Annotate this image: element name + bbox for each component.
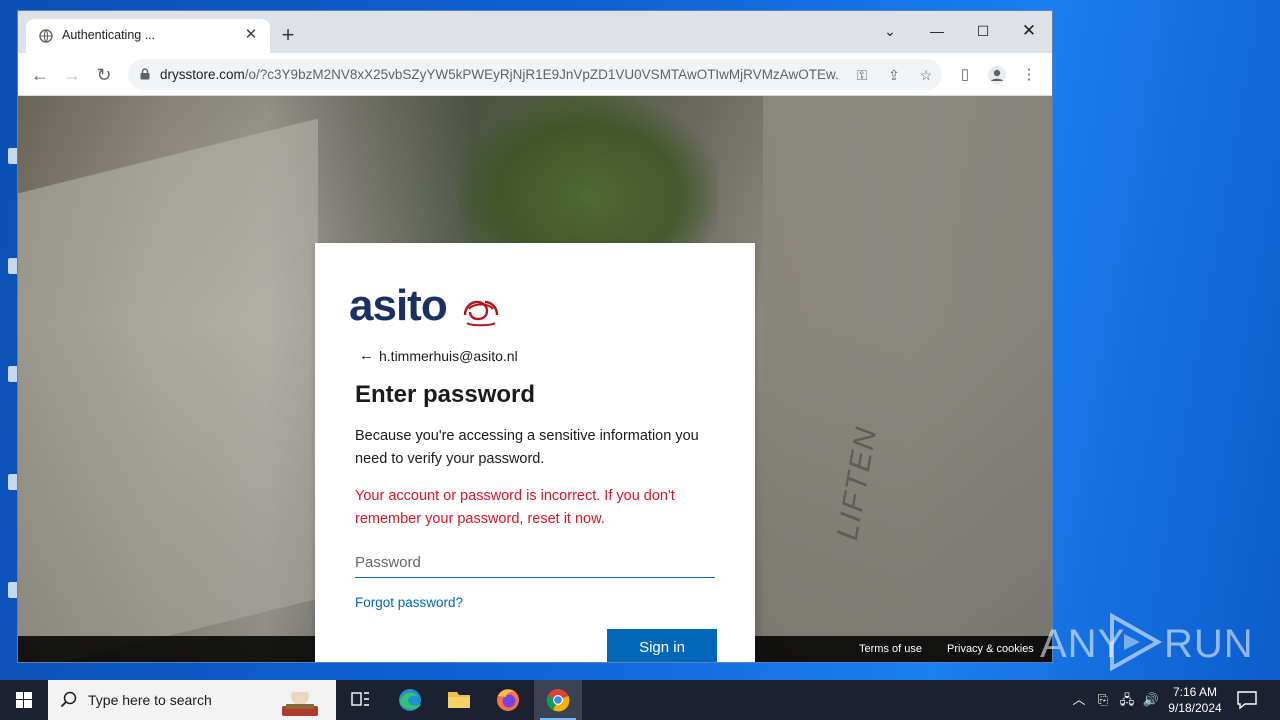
error-message: Your account or password is incorrect. I… (355, 488, 675, 527)
desktop-icons-strip (0, 0, 20, 680)
lock-icon[interactable] (140, 68, 150, 80)
sign-in-button[interactable]: Sign in (607, 629, 717, 662)
volume-icon[interactable]: 🔊 (1142, 691, 1160, 709)
tab-strip: Authenticating ... ✕ + ⌄ — ☐ ✕ (18, 11, 1052, 53)
windows-logo-icon (16, 692, 32, 708)
chrome-icon[interactable] (534, 680, 582, 720)
clock-date: 9/18/2024 (1168, 701, 1222, 715)
network-icon[interactable]: 🖧 (1118, 691, 1136, 709)
url-domain: drysstore.com (160, 67, 245, 82)
notification-icon[interactable] (1236, 690, 1258, 710)
clock-time: 7:16 AM (1172, 685, 1218, 699)
new-tab-button[interactable]: + (276, 24, 300, 48)
watermark-right-text: RUN (1164, 622, 1254, 666)
play-logo-icon (1110, 612, 1163, 672)
back-arrow-icon[interactable]: ← (359, 347, 374, 364)
search-icon (60, 691, 77, 708)
background-elevator-wall (763, 96, 1052, 636)
clock[interactable]: 7:16 AM 9/18/2024 (1160, 684, 1230, 716)
user-email: h.timmerhuis@asito.nl (379, 348, 518, 364)
key-icon[interactable]: ⚿ (852, 65, 872, 85)
privacy-link[interactable]: Privacy & cookies (947, 643, 1034, 655)
browser-window: Authenticating ... ✕ + ⌄ — ☐ ✕ ← → ↻ dry… (18, 11, 1052, 662)
start-button[interactable] (0, 680, 48, 720)
company-logo-mark-icon (463, 300, 499, 327)
page-title: Enter password (355, 381, 536, 408)
page-content: LIFTEN Terms of use Privacy & cookies as… (18, 96, 1052, 662)
menu-kebab-icon[interactable]: ⋮ (1017, 63, 1041, 87)
minimize-button[interactable]: — (923, 17, 951, 45)
forward-button[interactable]: → (59, 62, 85, 88)
tab-title: Authenticating ... (62, 28, 156, 42)
side-panel-icon[interactable]: ▯ (953, 63, 977, 87)
back-button[interactable]: ← (27, 62, 53, 88)
terms-link[interactable]: Terms of use (859, 643, 922, 655)
edge-icon[interactable] (386, 680, 434, 720)
share-icon[interactable]: ⇪ (884, 65, 904, 85)
password-input[interactable] (355, 548, 715, 578)
address-bar[interactable]: drysstore.com/o/?c3Y9bzM2NV8xX25vbSZyYW5… (128, 59, 942, 90)
url-path: /o/?c3Y9bzM2NV8xX25vbSZyYW5kPWEyRjNjR1E9… (244, 67, 840, 82)
tab-search-chevron-icon[interactable]: ⌄ (876, 17, 904, 45)
browser-toolbar: ← → ↻ drysstore.com/o/?c3Y9bzM2NV8xX25vb… (18, 53, 1052, 96)
search-placeholder: Type here to search (88, 692, 212, 708)
search-highlight-illustration (282, 686, 318, 716)
chevron-up-icon[interactable]: ︿ (1070, 691, 1088, 709)
task-view-button[interactable] (336, 680, 384, 720)
meet-now-icon[interactable]: ⎘ (1094, 691, 1112, 709)
profile-icon[interactable] (985, 63, 1009, 87)
star-icon[interactable]: ☆ (916, 65, 936, 85)
file-explorer-icon[interactable] (435, 680, 483, 720)
close-window-button[interactable]: ✕ (1015, 17, 1043, 45)
company-logo-text: asito (349, 281, 448, 330)
reload-button[interactable]: ↻ (91, 62, 117, 88)
anyrun-watermark: ANY RUN (1040, 610, 1253, 674)
maximize-button[interactable]: ☐ (969, 17, 997, 45)
login-card: asito ← h.timmerhuis@asito.nl Enter pass… (315, 243, 755, 662)
description-text: Because you're accessing a sensitive inf… (355, 428, 699, 467)
url-text: drysstore.com/o/?c3Y9bzM2NV8xX25vbSZyYW5… (160, 67, 840, 82)
firefox-icon[interactable] (484, 680, 532, 720)
globe-icon (39, 29, 53, 43)
close-tab-icon[interactable]: ✕ (242, 26, 260, 44)
background-wall (18, 118, 318, 662)
forgot-password-link[interactable]: Forgot password? (355, 595, 463, 610)
tab-authenticating[interactable]: Authenticating ... ✕ (26, 19, 270, 53)
taskbar: Type here to search ︿ ⎘ 🖧 🔊 7:16 AM 9/18… (0, 680, 1280, 720)
taskbar-search[interactable]: Type here to search (48, 680, 336, 720)
